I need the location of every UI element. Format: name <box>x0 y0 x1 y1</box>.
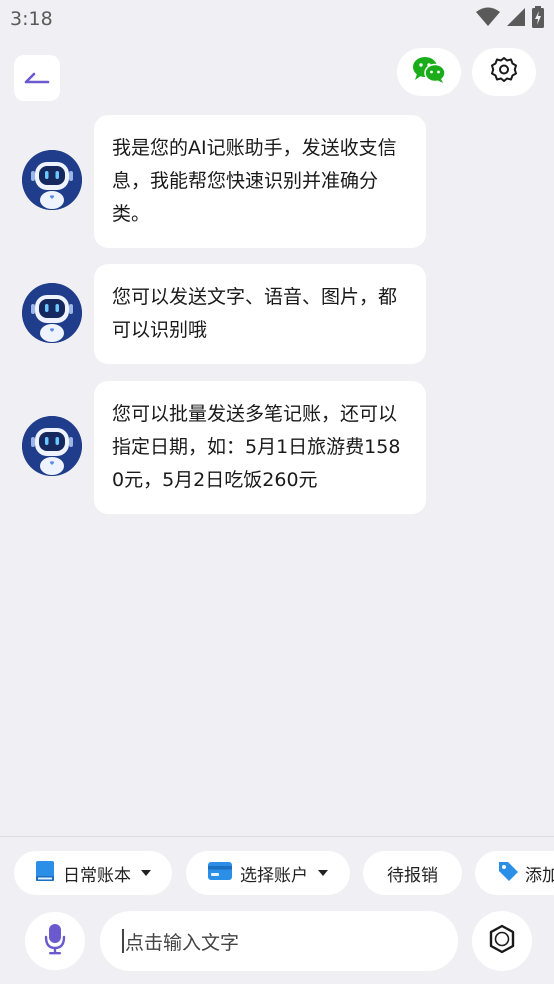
text-cursor <box>122 929 124 953</box>
robot-avatar-icon <box>22 416 82 476</box>
ledger-label: 日常账本 <box>63 865 131 886</box>
signal-icon <box>506 7 526 31</box>
tag-icon <box>497 860 519 887</box>
battery-charging-icon <box>532 6 544 32</box>
message-bubble: 我是您的AI记账助手，发送收支信息，我能帮您快速识别并准确分类。 <box>94 115 426 248</box>
back-arrow-icon <box>24 69 50 88</box>
caret-down-icon <box>141 870 151 876</box>
account-selector[interactable]: 选择账户 <box>186 851 350 895</box>
book-icon <box>35 860 55 887</box>
text-input[interactable]: 点击输入文字 <box>100 911 458 971</box>
input-placeholder: 点击输入文字 <box>125 931 240 954</box>
account-label: 选择账户 <box>240 865 308 886</box>
robot-avatar-icon <box>22 150 82 210</box>
status-icons <box>476 6 544 32</box>
caret-down-icon <box>318 870 328 876</box>
back-button[interactable] <box>14 55 60 101</box>
camera-shutter-icon <box>487 924 517 958</box>
card-icon <box>208 861 232 885</box>
wechat-icon <box>412 56 446 88</box>
gear-icon <box>490 56 518 88</box>
status-bar: 3:18 <box>0 0 554 38</box>
message-bubble: 您可以批量发送多笔记账，还可以指定日期，如：5月1日旅游费1580元，5月2日吃… <box>94 381 426 514</box>
input-panel: 日常账本 选择账户 待报销 添加 点击输入文字 <box>0 836 554 984</box>
message-bubble: 您可以发送文字、语音、图片，都可以识别哦 <box>94 264 426 364</box>
wechat-button[interactable] <box>397 48 461 96</box>
status-time: 3:18 <box>10 8 53 30</box>
voice-input-button[interactable] <box>25 912 85 970</box>
settings-button[interactable] <box>472 48 536 96</box>
robot-avatar-icon <box>22 283 82 343</box>
pending-reimbursement-button[interactable]: 待报销 <box>363 851 462 895</box>
wifi-icon <box>476 7 500 31</box>
tag-label: 添加 <box>525 865 554 886</box>
add-tag-button[interactable]: 添加 <box>475 851 554 895</box>
top-bar <box>0 48 554 101</box>
reimburse-label: 待报销 <box>387 865 438 886</box>
camera-button[interactable] <box>472 911 532 971</box>
ledger-selector[interactable]: 日常账本 <box>14 851 172 895</box>
microphone-icon <box>44 923 66 959</box>
